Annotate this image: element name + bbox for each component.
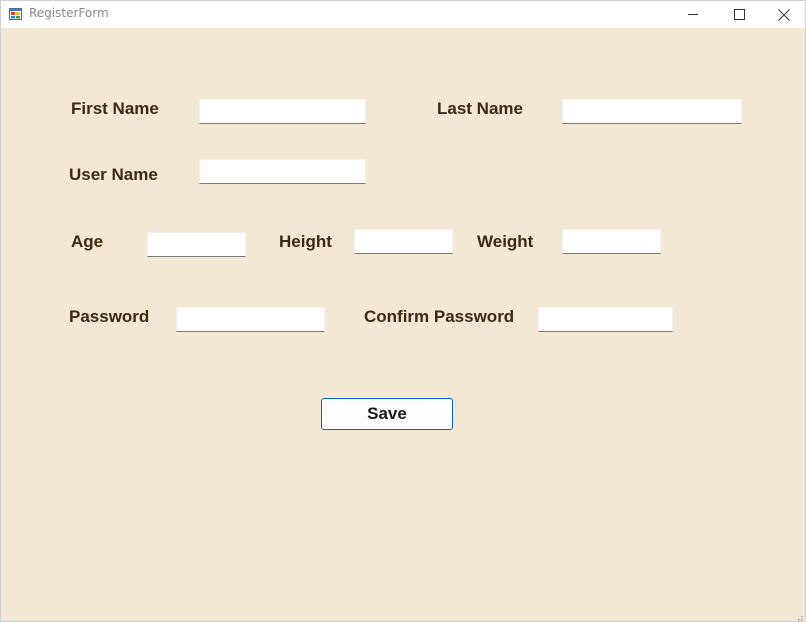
weight-label: Weight: [477, 232, 534, 251]
resize-grip-icon[interactable]: [795, 611, 803, 621]
close-icon: [778, 8, 790, 21]
age-label: Age: [71, 232, 104, 251]
password-label: Password: [69, 307, 150, 326]
confirm-password-label: Confirm Password: [364, 307, 515, 326]
register-form-window: RegisterForm First Name Last Name User N…: [0, 0, 806, 622]
weight-field[interactable]: [562, 229, 661, 254]
password-field[interactable]: [176, 307, 325, 332]
close-button[interactable]: [761, 1, 806, 28]
confirm-password-field[interactable]: [538, 307, 673, 332]
first-name-field[interactable]: [199, 99, 366, 124]
first-name-label: First Name: [71, 99, 159, 118]
last-name-field[interactable]: [562, 99, 742, 124]
window-title: RegisterForm: [29, 6, 109, 20]
title-bar[interactable]: RegisterForm: [1, 1, 805, 28]
user-name-label: User Name: [69, 165, 158, 184]
maximize-button[interactable]: [716, 1, 762, 28]
height-label: Height: [279, 232, 332, 251]
user-name-field[interactable]: [199, 159, 366, 184]
minimize-icon: [687, 9, 699, 20]
minimize-button[interactable]: [670, 1, 716, 28]
last-name-label: Last Name: [437, 99, 523, 118]
save-button[interactable]: Save: [321, 398, 453, 430]
height-field[interactable]: [354, 229, 453, 254]
app-form-icon: [9, 7, 22, 20]
maximize-icon: [733, 9, 745, 20]
age-field[interactable]: [147, 232, 246, 257]
